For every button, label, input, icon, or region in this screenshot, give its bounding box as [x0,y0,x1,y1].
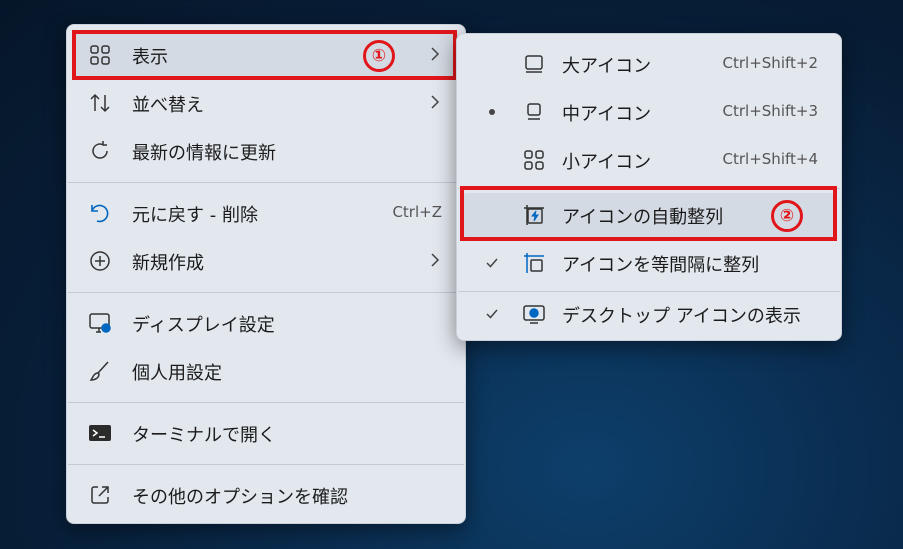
menu-item-label: 小アイコン [562,152,652,173]
chevron-right-icon [428,92,442,112]
menu-item-label: ディスプレイ設定 [132,315,275,336]
chevron-right-icon [428,250,442,270]
checkmark-icon [484,255,500,271]
menu-item-open-terminal[interactable]: ターミナルで開く [72,411,460,455]
shortcut-text: Ctrl+Z [392,203,442,221]
menu-item-display-settings[interactable]: ディスプレイ設定 [72,301,460,345]
step-badge-2: ② [771,200,803,232]
highlight-box-step-1 [72,30,457,80]
separator [68,292,464,293]
shortcut-text: Ctrl+Shift+4 [722,150,818,168]
step-badge-1: ① [363,40,395,72]
desktop-icons-icon [522,302,546,326]
refresh-icon [88,139,112,163]
brush-icon [88,359,112,383]
menu-item-label: 新規作成 [132,253,204,274]
menu-item-personalize[interactable]: 個人用設定 [72,349,460,393]
add-circle-icon [88,249,112,273]
align-grid-icon [522,251,546,275]
submenu-item-align-to-grid[interactable]: アイコンを等間隔に整列 [462,241,836,285]
menu-item-label: 最新の情報に更新 [132,143,276,164]
grid-small-icon [522,148,546,172]
menu-item-label: 元に戻す - 削除 [132,205,258,226]
monitor-medium-icon [522,100,546,124]
separator [68,182,464,183]
open-external-icon [88,483,112,507]
shortcut-text: Ctrl+Shift+3 [722,102,818,120]
menu-item-new[interactable]: 新規作成 [72,239,460,283]
menu-item-label: 並べ替え [132,95,204,116]
menu-item-label: ターミナルで開く [132,425,276,446]
display-settings-icon [88,311,112,335]
menu-item-label: アイコンを等間隔に整列 [562,255,760,276]
submenu-item-small-icons[interactable]: 小アイコン Ctrl+Shift+4 [462,138,836,182]
menu-item-refresh[interactable]: 最新の情報に更新 [72,129,460,173]
menu-item-sort[interactable]: 並べ替え [72,81,460,125]
menu-item-label: 大アイコン [562,56,652,77]
submenu-item-medium-icons[interactable]: 中アイコン Ctrl+Shift+3 [462,90,836,134]
separator [68,402,464,403]
menu-item-label: その他のオプションを確認 [132,487,348,508]
menu-item-more-options[interactable]: その他のオプションを確認 [72,473,460,517]
monitor-large-icon [522,52,546,76]
menu-item-label: 中アイコン [562,104,652,125]
desktop-context-menu: 表示 並べ替え 最新の情報に更新 元に戻す - 削除 Ctrl+Z 新規作成 デ… [66,24,466,524]
selected-dot-icon [484,104,500,120]
undo-icon [88,201,112,225]
submenu-item-show-desktop-icons[interactable]: デスクトップ アイコンの表示 [462,292,836,336]
sort-icon [88,91,112,115]
menu-item-label: デスクトップ アイコンの表示 [562,306,801,327]
submenu-item-large-icons[interactable]: 大アイコン Ctrl+Shift+2 [462,42,836,86]
checkmark-icon [484,306,500,322]
menu-item-undo-delete[interactable]: 元に戻す - 削除 Ctrl+Z [72,191,460,235]
shortcut-text: Ctrl+Shift+2 [722,54,818,72]
menu-item-label: 個人用設定 [132,363,222,384]
separator [68,464,464,465]
terminal-icon [88,421,112,445]
